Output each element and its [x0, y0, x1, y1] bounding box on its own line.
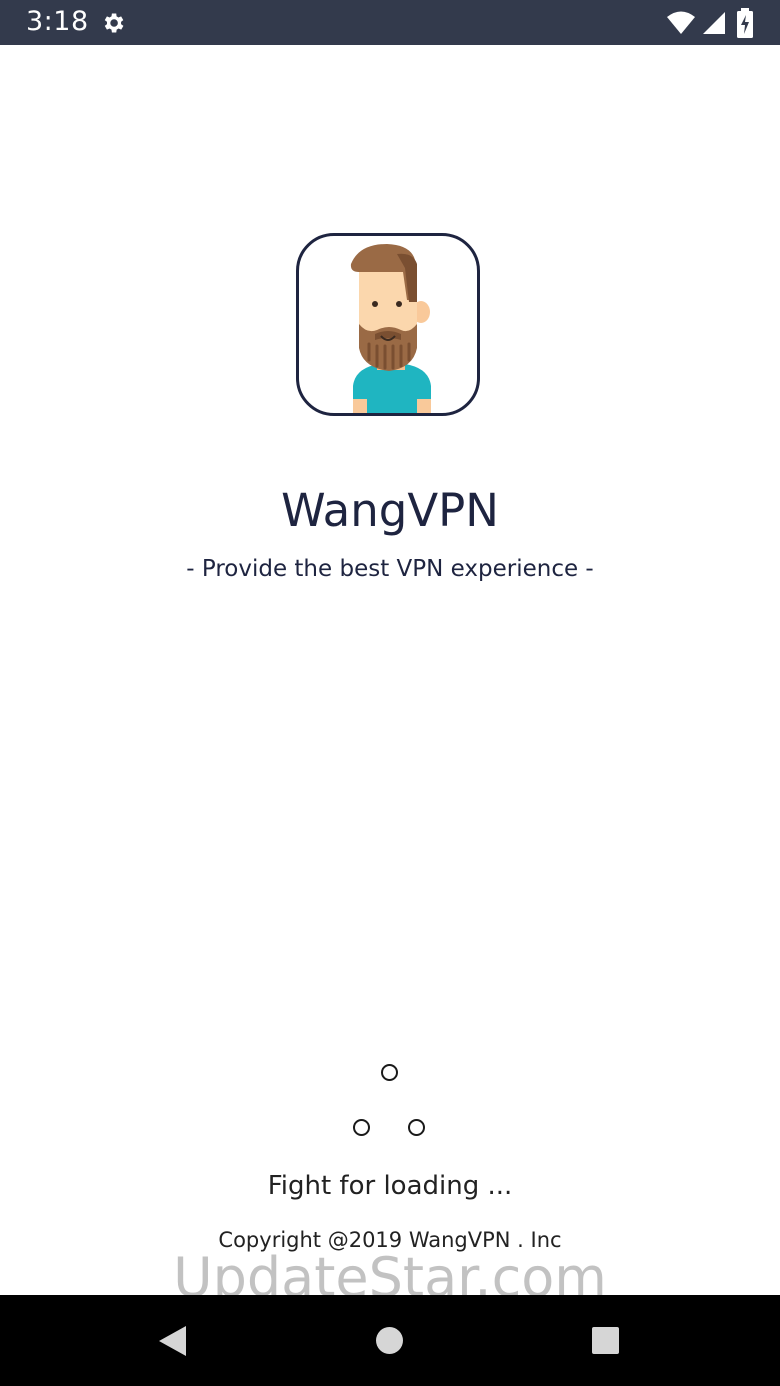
home-icon[interactable]	[375, 1326, 404, 1355]
loader-dot	[381, 1064, 398, 1081]
cell-signal-icon	[703, 12, 725, 34]
gear-icon	[104, 13, 124, 33]
app-title: WangVPN	[281, 484, 499, 537]
app-logo	[296, 233, 480, 416]
back-icon[interactable]	[158, 1325, 188, 1357]
loader-dot	[353, 1119, 370, 1136]
app-tagline: - Provide the best VPN experience -	[186, 556, 594, 582]
status-bar: 3:18	[0, 0, 780, 45]
loading-text: Fight for loading ...	[267, 1171, 513, 1201]
bearded-man-avatar-icon	[350, 244, 431, 413]
wifi-icon	[667, 11, 695, 34]
navigation-bar	[0, 1295, 780, 1386]
status-time: 3:18	[26, 6, 89, 37]
watermark: UpdateStar.com	[173, 1246, 607, 1295]
recents-icon[interactable]	[591, 1326, 620, 1355]
loader-dot	[408, 1119, 425, 1136]
battery-icon	[737, 8, 753, 38]
splash-screen: 3:18 WangVPN - Provide the best VPN expe…	[0, 0, 780, 1386]
